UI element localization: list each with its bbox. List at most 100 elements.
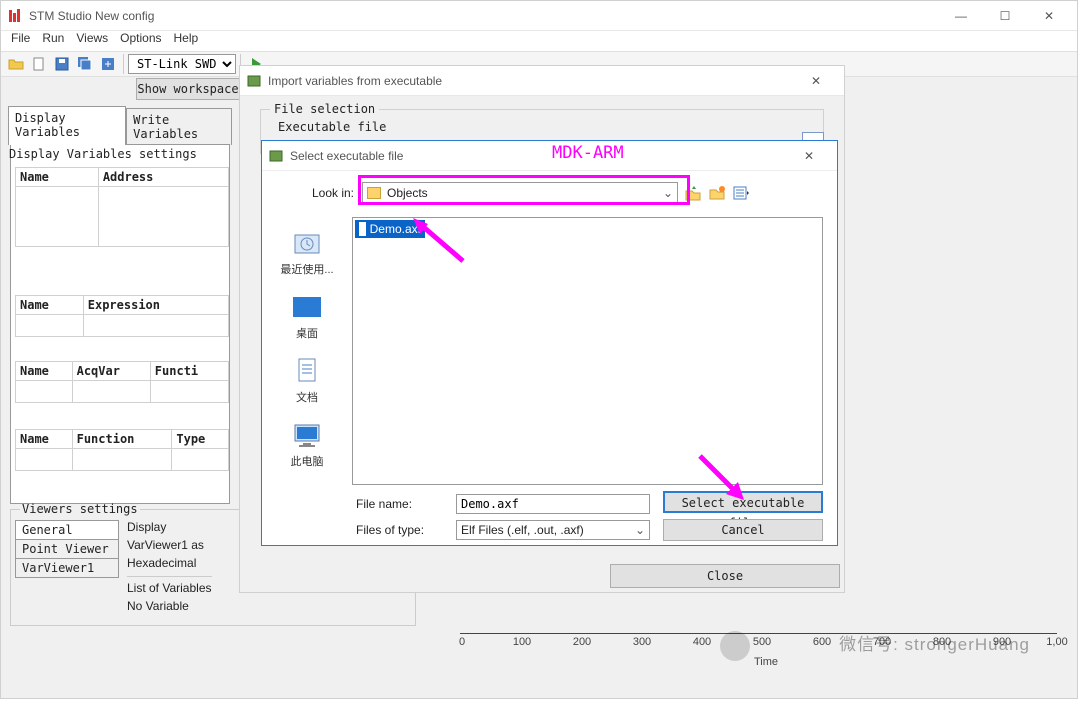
- menu-file[interactable]: File: [7, 31, 34, 51]
- look-in-value: Objects: [387, 186, 428, 200]
- viewers-title: Viewers settings: [20, 502, 140, 516]
- chevron-down-icon: ⌄: [635, 523, 645, 537]
- look-in-label: Look in:: [284, 186, 354, 200]
- display-variables-panel: Display Variables settings NameAddress N…: [10, 144, 230, 504]
- file-name-input[interactable]: [456, 494, 650, 514]
- select-exe-button[interactable]: Select executable file: [663, 491, 823, 513]
- cancel-button[interactable]: Cancel: [663, 519, 823, 541]
- look-in-row: Look in: Objects ⌄: [284, 181, 823, 205]
- col-name[interactable]: Name: [16, 168, 99, 187]
- import-close-button[interactable]: Close: [610, 564, 840, 588]
- var-as-label: VarViewer1 as: [127, 536, 212, 554]
- save-icon[interactable]: [51, 53, 73, 75]
- watermark-icon: [720, 631, 750, 661]
- view-menu-icon[interactable]: [732, 184, 750, 202]
- select-close-icon[interactable]: ✕: [787, 142, 831, 170]
- tab-display-variables[interactable]: Display Variables: [8, 106, 126, 145]
- select-icon: [268, 148, 284, 164]
- toolbar-separator: [123, 54, 124, 74]
- place-recent[interactable]: 最近使用...: [268, 221, 346, 285]
- file-list[interactable]: Demo.axf: [352, 217, 823, 485]
- xtick-10: 1,00: [1046, 636, 1067, 648]
- file-name-label: File name:: [356, 497, 456, 511]
- hex-label: Hexadecimal: [127, 554, 212, 572]
- new-icon[interactable]: [28, 53, 50, 75]
- xtick-4: 400: [693, 636, 711, 648]
- xtick-3: 300: [633, 636, 651, 648]
- viewers-tab-list: General Point Viewer VarViewer1: [15, 520, 119, 578]
- file-item-demo-axf[interactable]: Demo.axf: [355, 220, 425, 238]
- save-all-icon[interactable]: [74, 53, 96, 75]
- dv-table-4[interactable]: NameFunctionType: [15, 429, 229, 471]
- import-title: Import variables from executable: [268, 74, 794, 88]
- col-function[interactable]: Function: [72, 430, 172, 449]
- select-executable-dialog: Select executable file ✕ MDK-ARM Look in…: [261, 140, 838, 546]
- xtick-0: 0: [459, 636, 465, 648]
- menu-help[interactable]: Help: [170, 31, 203, 51]
- minimize-button[interactable]: —: [939, 2, 983, 30]
- dv-settings-title: Display Variables settings: [9, 147, 197, 161]
- file-item-label: Demo.axf: [370, 222, 421, 236]
- dv-table-1[interactable]: NameAddress: [15, 167, 229, 247]
- select-title: Select executable file: [290, 149, 787, 163]
- select-titlebar[interactable]: Select executable file ✕: [262, 141, 837, 171]
- menu-run[interactable]: Run: [38, 31, 68, 51]
- new-folder-icon[interactable]: [708, 184, 726, 202]
- col-name[interactable]: Name: [16, 362, 73, 381]
- variable-tabs: Display Variables Write Variables: [8, 106, 232, 145]
- import-icon: [246, 73, 262, 89]
- app-icon: [7, 8, 23, 24]
- look-in-combo[interactable]: Objects ⌄: [362, 182, 678, 204]
- mdk-annotation: MDK-ARM: [552, 143, 624, 163]
- maximize-button[interactable]: ☐: [983, 2, 1027, 30]
- file-type-label: Files of type:: [356, 523, 456, 537]
- executable-file-label: Executable file: [278, 120, 806, 134]
- dv-table-3[interactable]: NameAcqVarFuncti: [15, 361, 229, 403]
- col-expression[interactable]: Expression: [83, 296, 228, 315]
- open-icon[interactable]: [5, 53, 27, 75]
- dv-table-2[interactable]: NameExpression: [15, 295, 229, 337]
- window-controls: — ☐ ✕: [939, 2, 1071, 30]
- col-name[interactable]: Name: [16, 296, 84, 315]
- xtick-5: 500: [753, 636, 771, 648]
- tab-general[interactable]: General: [15, 520, 119, 540]
- xtick-2: 200: [573, 636, 591, 648]
- xtick-1: 100: [513, 636, 531, 648]
- left-pane: Display Variables Write Variables Displa…: [8, 106, 232, 504]
- tab-write-variables[interactable]: Write Variables: [126, 108, 232, 145]
- export-icon[interactable]: [97, 53, 119, 75]
- col-name[interactable]: Name: [16, 430, 73, 449]
- col-address[interactable]: Address: [98, 168, 228, 187]
- close-button[interactable]: ✕: [1027, 2, 1071, 30]
- menu-options[interactable]: Options: [116, 31, 165, 51]
- viewers-detail: Display VarViewer1 as Hexadecimal List o…: [127, 518, 212, 615]
- up-folder-icon[interactable]: [684, 184, 702, 202]
- no-variable-label: No Variable: [127, 597, 212, 615]
- place-desktop[interactable]: 桌面: [268, 285, 346, 349]
- list-of-vars-label: List of Variables: [127, 576, 212, 597]
- place-this-pc[interactable]: 此电脑: [268, 413, 346, 477]
- col-acqvar[interactable]: AcqVar: [72, 362, 150, 381]
- import-titlebar[interactable]: Import variables from executable ✕: [240, 66, 844, 96]
- file-type-select[interactable]: Elf Files (.elf, .out, .axf) ⌄: [456, 520, 650, 540]
- col-type[interactable]: Type: [172, 430, 229, 449]
- tab-point-viewer[interactable]: Point Viewer: [15, 540, 119, 559]
- main-titlebar[interactable]: STM Studio New config — ☐ ✕: [1, 1, 1077, 31]
- folder-icon: [367, 187, 381, 199]
- debugger-select[interactable]: ST-Link SWD: [128, 54, 236, 74]
- place-documents-label: 文档: [296, 389, 318, 405]
- chart-xlabel: Time: [754, 656, 778, 668]
- menu-views[interactable]: Views: [72, 31, 112, 51]
- xtick-6: 600: [813, 636, 831, 648]
- main-title: STM Studio New config: [29, 9, 939, 23]
- tab-varviewer1[interactable]: VarViewer1: [15, 559, 119, 578]
- place-documents[interactable]: 文档: [268, 349, 346, 413]
- places-bar: 最近使用... 桌面 文档 此电脑: [268, 221, 346, 541]
- col-function[interactable]: Functi: [150, 362, 228, 381]
- file-type-value: Elf Files (.elf, .out, .axf): [461, 523, 584, 537]
- place-desktop-label: 桌面: [296, 325, 318, 341]
- select-dialog-body: MDK-ARM Look in: Objects ⌄ 最近使用... 桌面: [262, 171, 837, 545]
- watermark-text: 微信号: strongerHuang: [839, 630, 1030, 655]
- show-workspace-button[interactable]: Show workspace: [136, 78, 240, 100]
- import-close-icon[interactable]: ✕: [794, 67, 838, 95]
